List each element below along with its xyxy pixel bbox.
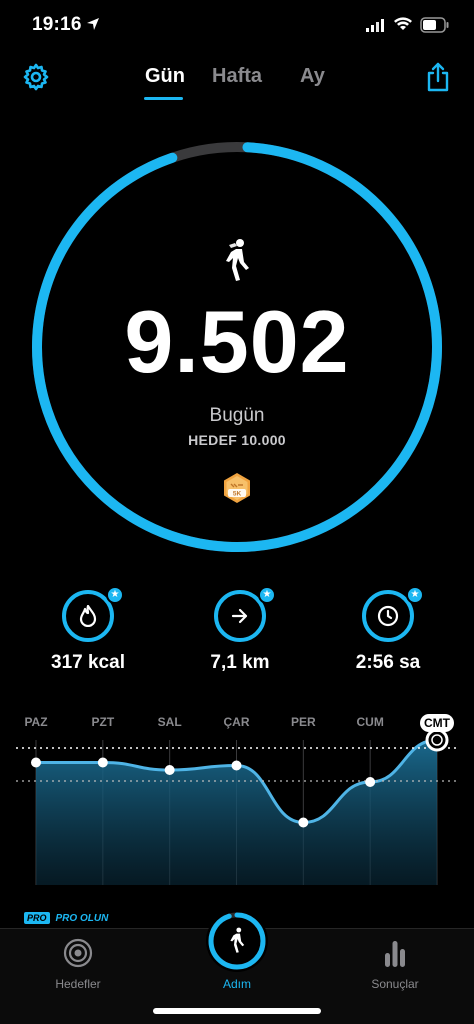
star-icon: ★ [106,586,124,604]
gear-icon[interactable] [22,63,50,91]
day-point[interactable] [31,757,41,768]
weekly-steps-chart: PAZ PZT SAL ÇAR PER CUM CMT [0,705,474,895]
tab-sonuclar[interactable]: Sonuçlar [345,937,445,991]
clock-icon [377,605,399,627]
tab-hedefler[interactable]: Hedefler [28,937,128,991]
share-icon[interactable] [424,61,452,93]
tab-sonuclar-label: Sonuçlar [371,977,419,991]
day-label: Bugün [209,405,265,426]
day-point[interactable] [164,765,175,775]
tab-gun[interactable]: Gün [145,65,185,88]
stat-calories[interactable]: ★ 317 kcal [18,586,158,680]
pro-text: PRO OLUN [55,912,109,924]
star-icon: ★ [258,586,276,604]
day-label-0[interactable]: PAZ [11,715,61,729]
star-icon: ★ [406,586,424,604]
5k-badge-icon[interactable]: 5K [221,472,253,504]
walker-icon [226,239,249,281]
day-point[interactable] [365,777,376,787]
tab-hafta[interactable]: Hafta [212,65,262,88]
pro-promo[interactable]: PRO PRO OLUN [24,912,108,924]
day-point[interactable] [298,817,309,828]
distance-value: 7,1 km [210,652,270,673]
duration-value: 2:56 sa [355,652,421,673]
tab-adim-label: Adım [222,977,251,991]
day-point[interactable] [231,760,242,771]
wifi-icon [394,17,412,30]
calories-value: 317 kcal [51,652,125,673]
day-label-6[interactable]: CMT [420,714,454,732]
stat-duration[interactable]: ★ 2:56 sa [318,586,458,680]
center-ring-svg [208,912,266,970]
arrow-right-icon [231,608,248,624]
target-icon [63,938,93,968]
cellular-signal-icon [366,19,384,32]
bar-chart-icon [385,941,405,967]
goal-label: HEDEF 10.000 [188,432,286,448]
day-label-2[interactable]: SAL [145,715,195,729]
home-indicator [153,1008,321,1014]
status-bar: 19:16 [0,0,474,52]
center-step-button[interactable] [206,910,268,972]
stat-distance[interactable]: ★ 7,1 km [170,586,310,680]
active-day-point[interactable] [425,728,449,752]
day-label-5[interactable]: CUM [345,715,395,729]
tab-ay[interactable]: Ay [300,65,325,88]
top-navigation: Gün Hafta Ay [0,56,474,106]
location-arrow-icon [87,18,99,30]
status-time: 19:16 [32,14,82,35]
day-label-1[interactable]: PZT [78,715,128,729]
flame-icon [79,605,97,627]
pro-tag: PRO [24,912,50,924]
active-tab-indicator [144,97,183,100]
tab-hedefler-label: Hedefler [55,977,101,991]
day-label-4[interactable]: PER [278,715,328,729]
day-label-3[interactable]: ÇAR [212,715,262,729]
day-point[interactable] [97,757,108,768]
battery-icon [420,17,449,33]
badge-text: 5K [233,491,242,498]
weekly-chart-svg [16,728,458,885]
step-count: 9.502 [124,292,350,391]
walker-icon [230,927,245,953]
